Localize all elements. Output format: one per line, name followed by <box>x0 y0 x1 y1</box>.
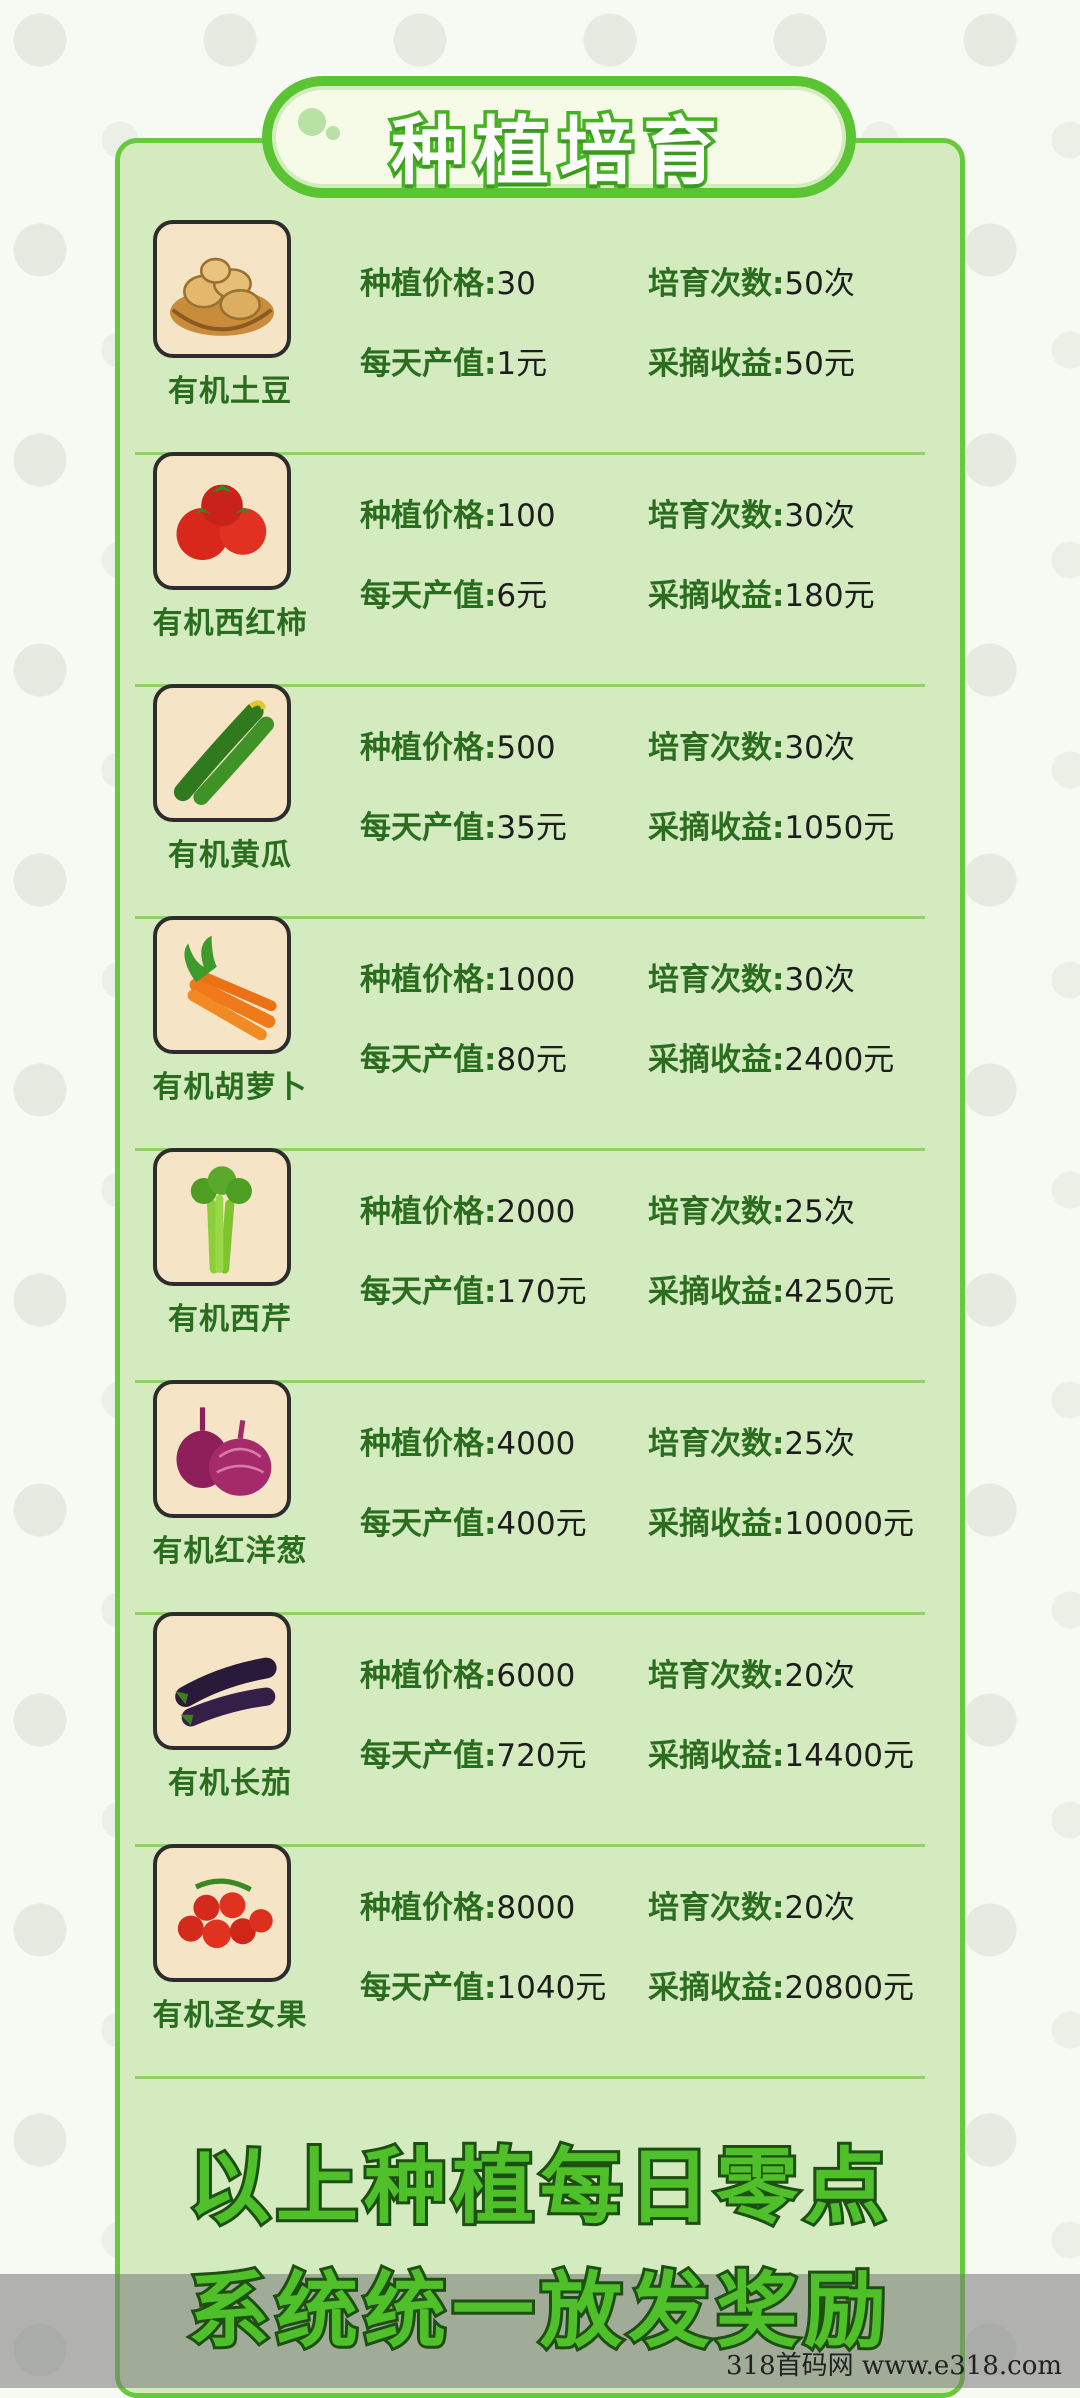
item-name: 有机长茄 <box>168 1766 292 1801</box>
footer-line-1: 以上种植每日零点 <box>185 2137 892 2238</box>
daily-field: 每天产值:170元 <box>360 1274 587 1310</box>
watermark-text: 318首码网 www.e318.com <box>726 2351 1062 2381</box>
price-field: 种植价格:1000 <box>360 962 576 998</box>
harvest-field: 采摘收益:20800元 <box>648 1970 915 2006</box>
price-field: 种植价格:8000 <box>360 1890 576 1926</box>
daily-field: 每天产值:1元 <box>360 346 548 382</box>
list-item-celery: 有机西芹 种植价格:2000 培育次数:25次 每天产值:170元 采摘收益:4… <box>135 1148 925 1383</box>
harvest-field: 采摘收益:10000元 <box>648 1506 915 1542</box>
times-field: 培育次数:30次 <box>648 730 855 766</box>
times-field: 培育次数:20次 <box>648 1890 855 1926</box>
item-name: 有机黄瓜 <box>168 838 292 873</box>
item-name: 有机西芹 <box>168 1302 292 1337</box>
harvest-field: 采摘收益:2400元 <box>648 1042 895 1078</box>
harvest-field: 采摘收益:1050元 <box>648 810 895 846</box>
daily-field: 每天产值:6元 <box>360 578 548 614</box>
eggplant-icon <box>153 1612 291 1750</box>
price-field: 种植价格:30 <box>360 266 536 302</box>
list-item-eggplant: 有机长茄 种植价格:6000 培育次数:20次 每天产值:720元 采摘收益:1… <box>135 1612 925 1847</box>
price-field: 种植价格:6000 <box>360 1658 576 1694</box>
times-field: 培育次数:25次 <box>648 1194 855 1230</box>
list-item-cherry-tomato: 有机圣女果 种植价格:8000 培育次数:20次 每天产值:1040元 采摘收益… <box>135 1844 925 2079</box>
list-item-potato: 有机土豆 种植价格:30 培育次数:50次 每天产值:1元 采摘收益:50元 <box>135 220 925 455</box>
times-field: 培育次数:30次 <box>648 498 855 534</box>
daily-field: 每天产值:80元 <box>360 1042 567 1078</box>
cucumber-icon <box>153 684 291 822</box>
times-field: 培育次数:25次 <box>648 1426 855 1462</box>
daily-field: 每天产值:720元 <box>360 1738 587 1774</box>
list-item-cucumber: 有机黄瓜 种植价格:500 培育次数:30次 每天产值:35元 采摘收益:105… <box>135 684 925 919</box>
item-name: 有机西红柿 <box>152 606 308 641</box>
list-item-carrot: 有机胡萝卜 种植价格:1000 培育次数:30次 每天产值:80元 采摘收益:2… <box>135 916 925 1151</box>
potato-icon <box>153 220 291 358</box>
page-title: 种植培育 <box>388 106 727 199</box>
harvest-field: 采摘收益:180元 <box>648 578 875 614</box>
daily-field: 每天产值:400元 <box>360 1506 587 1542</box>
item-name: 有机红洋葱 <box>152 1534 308 1569</box>
carrot-icon <box>153 916 291 1054</box>
item-name: 有机土豆 <box>168 374 292 409</box>
price-field: 种植价格:100 <box>360 498 556 534</box>
onion-icon <box>153 1380 291 1518</box>
list-item-onion: 有机红洋葱 种植价格:4000 培育次数:25次 每天产值:400元 采摘收益:… <box>135 1380 925 1615</box>
daily-field: 每天产值:1040元 <box>360 1970 607 2006</box>
times-field: 培育次数:20次 <box>648 1658 855 1694</box>
item-name: 有机胡萝卜 <box>152 1070 308 1105</box>
price-field: 种植价格:4000 <box>360 1426 576 1462</box>
harvest-field: 采摘收益:4250元 <box>648 1274 895 1310</box>
times-field: 培育次数:30次 <box>648 962 855 998</box>
celery-icon <box>153 1148 291 1286</box>
harvest-field: 采摘收益:50元 <box>648 346 855 382</box>
cherry-tomato-icon <box>153 1844 291 1982</box>
price-field: 种植价格:500 <box>360 730 556 766</box>
tomato-icon <box>153 452 291 590</box>
list-item-tomato: 有机西红柿 种植价格:100 培育次数:30次 每天产值:6元 采摘收益:180… <box>135 452 925 687</box>
harvest-field: 采摘收益:14400元 <box>648 1738 915 1774</box>
times-field: 培育次数:50次 <box>648 266 855 302</box>
title-banner: 种植培育 <box>262 76 856 199</box>
item-name: 有机圣女果 <box>152 1998 308 2033</box>
daily-field: 每天产值:35元 <box>360 810 567 846</box>
price-field: 种植价格:2000 <box>360 1194 576 1230</box>
